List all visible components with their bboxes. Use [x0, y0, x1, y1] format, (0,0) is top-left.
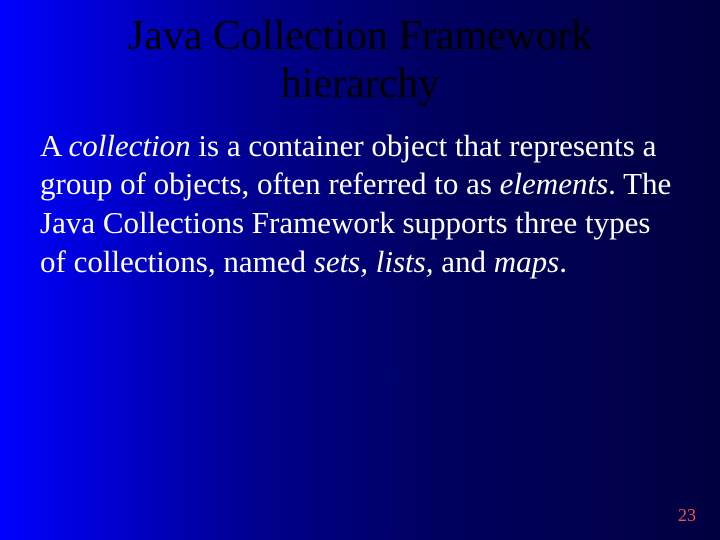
title-line-1: Java Collection Framework [128, 13, 592, 59]
body-text-end: . [559, 244, 567, 279]
body-em-collection: collection [68, 128, 190, 163]
slide-body: A collection is a container object that … [0, 109, 720, 282]
slide-title: Java Collection Framework hierarchy [0, 0, 720, 109]
body-text-pre: A [40, 128, 68, 163]
body-em-maps: maps [494, 244, 559, 279]
title-line-2: hierarchy [281, 61, 440, 107]
body-sp1 [368, 244, 376, 279]
body-em-lists: lists, [376, 244, 434, 279]
page-number: 23 [678, 505, 696, 526]
body-em-elements: elements [500, 166, 608, 201]
body-text-mid3: and [433, 244, 493, 279]
body-em-sets: sets, [314, 244, 368, 279]
